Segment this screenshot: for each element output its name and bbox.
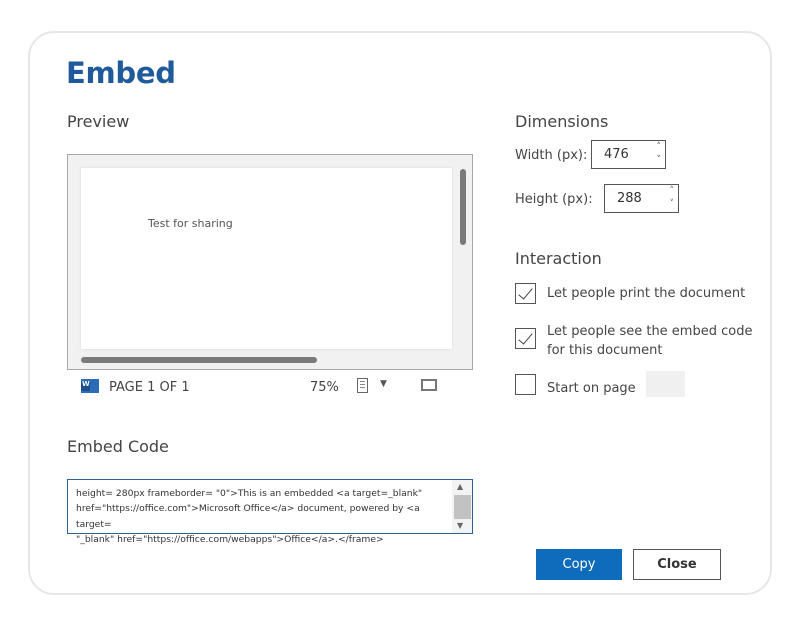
print-checkbox[interactable] xyxy=(515,283,536,304)
document-preview[interactable]: Test for sharing xyxy=(67,154,473,370)
embed-code-text[interactable]: height= 280px frameborder= "0">This is a… xyxy=(76,486,448,548)
page-count: PAGE 1 OF 1 xyxy=(109,380,190,395)
dialog-title: Embed xyxy=(66,56,176,90)
document-text: Test for sharing xyxy=(148,217,233,230)
chevron-down-icon[interactable]: ˅ xyxy=(657,155,662,165)
chevron-up-icon[interactable]: ˄ xyxy=(657,142,662,152)
preview-vertical-scrollbar[interactable] xyxy=(460,169,466,245)
embed-code-checkbox[interactable] xyxy=(515,328,536,349)
scroll-down-icon[interactable]: ▼ xyxy=(457,521,463,530)
chevron-down-icon[interactable]: ˅ xyxy=(670,199,675,209)
embed-code-checkbox-label[interactable]: Let people see the embed code for this d… xyxy=(547,322,757,360)
start-page-checkbox[interactable] xyxy=(515,374,536,395)
chevron-up-icon[interactable]: ˄ xyxy=(670,186,675,196)
chevron-down-icon[interactable]: ▼ xyxy=(380,379,387,389)
preview-horizontal-scrollbar[interactable] xyxy=(81,357,317,363)
print-checkbox-label[interactable]: Let people print the document xyxy=(547,284,745,303)
fullscreen-icon[interactable] xyxy=(421,379,437,391)
width-value[interactable]: 476 xyxy=(604,147,629,162)
scroll-up-icon[interactable]: ▲ xyxy=(457,482,463,491)
close-button[interactable]: Close xyxy=(633,549,721,580)
preview-page: Test for sharing xyxy=(81,168,452,349)
word-icon xyxy=(81,379,99,393)
start-page-input[interactable] xyxy=(646,371,685,397)
preview-statusbar: PAGE 1 OF 1 75% ▼ xyxy=(67,376,473,398)
zoom-level[interactable]: 75% xyxy=(310,380,339,395)
height-input[interactable]: 288 ˄ ˅ xyxy=(604,184,679,213)
height-label: Height (px): xyxy=(515,192,593,207)
embed-code-scrollbar[interactable]: ▲ ▼ xyxy=(452,480,472,533)
scroll-thumb[interactable] xyxy=(454,495,471,519)
width-label: Width (px): xyxy=(515,148,588,163)
start-page-checkbox-label[interactable]: Start on page xyxy=(547,379,636,398)
embed-code-textarea[interactable]: height= 280px frameborder= "0">This is a… xyxy=(67,479,473,545)
embed-code-heading: Embed Code xyxy=(67,437,169,456)
interaction-heading: Interaction xyxy=(515,249,602,268)
preview-heading: Preview xyxy=(67,112,130,131)
height-value[interactable]: 288 xyxy=(617,191,642,206)
page-layout-icon[interactable] xyxy=(357,378,368,393)
copy-button[interactable]: Copy xyxy=(536,549,622,580)
width-input[interactable]: 476 ˄ ˅ xyxy=(591,140,666,169)
dimensions-heading: Dimensions xyxy=(515,112,609,131)
